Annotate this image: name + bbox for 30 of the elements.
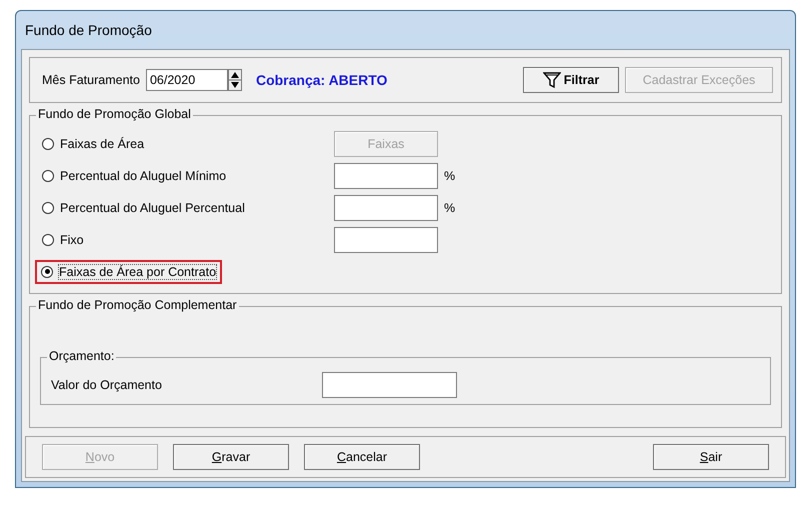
radio-button[interactable]	[42, 170, 54, 182]
percent-field[interactable]	[334, 194, 438, 220]
radio-button[interactable]	[42, 234, 54, 246]
radio-label: Percentual do Aluguel Percentual	[60, 200, 245, 214]
month-field[interactable]: 06/2020	[146, 69, 228, 91]
radio-label: Fixo	[60, 232, 84, 246]
action-button[interactable]: Sair	[653, 444, 769, 470]
filter-button[interactable]: Filtrar	[523, 67, 619, 93]
action-button[interactable]: Gravar	[173, 444, 289, 470]
status-text: Cobrança: ABERTO	[256, 72, 388, 88]
unit-label: %	[444, 200, 456, 214]
value-field[interactable]	[334, 226, 438, 252]
field-label: Mês Faturamento	[42, 73, 140, 87]
radio-label: Faixas de Área por Contrato	[59, 264, 216, 278]
radio-label: Percentual do Aluguel Mínimo	[60, 168, 226, 182]
budget-field[interactable]	[322, 372, 457, 398]
spinner-icon[interactable]	[228, 69, 242, 91]
radio-button[interactable]	[41, 266, 53, 278]
percent-field[interactable]	[334, 162, 438, 188]
group-title: Fundo de Promoção Global	[36, 107, 193, 121]
unit-label: %	[444, 168, 456, 182]
radio-label: Faixas de Área	[60, 136, 144, 150]
radio-button[interactable]	[42, 202, 54, 214]
funnel-icon	[542, 71, 561, 89]
field-label: Valor do Orçamento	[51, 378, 163, 392]
group-title: Orçamento:	[47, 349, 116, 363]
group-title: Fundo de Promoção Complementar	[36, 298, 239, 312]
action-button[interactable]: Cancelar	[304, 444, 420, 470]
window-title: Fundo de Promoção	[24, 21, 153, 40]
radio-button[interactable]	[42, 138, 54, 150]
